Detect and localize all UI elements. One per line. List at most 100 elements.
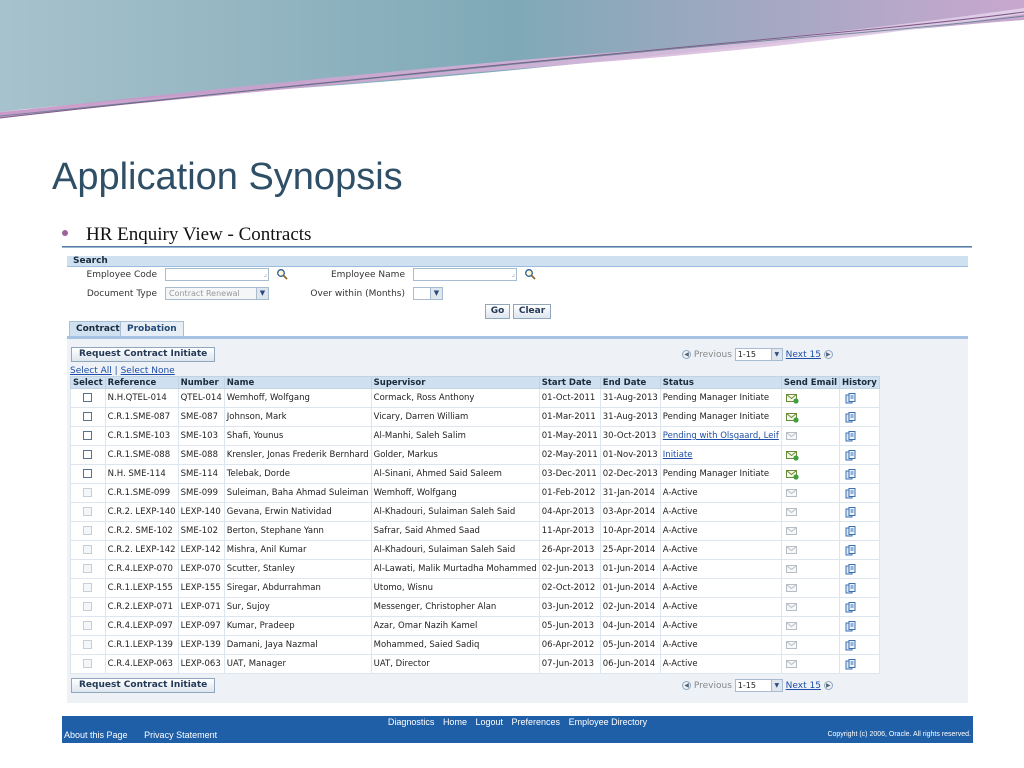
footer-link-logout[interactable]: Logout <box>475 717 503 727</box>
next-link[interactable]: Next 15 <box>786 350 821 360</box>
row-select-checkbox[interactable] <box>83 431 93 440</box>
status-text: A-Active <box>662 621 698 631</box>
history-icon[interactable] <box>845 658 856 670</box>
supervisor-cell: Al-Manhi, Saleh Salim <box>370 426 540 446</box>
row-select-checkbox[interactable] <box>83 450 93 459</box>
supervisor-cell: Messenger, Christopher Alan <box>370 597 540 617</box>
over-within-select[interactable]: ▼ <box>413 287 443 300</box>
footer-link-diagnostics[interactable]: Diagnostics <box>388 717 435 727</box>
history-icon[interactable] <box>845 392 856 404</box>
select-cell <box>70 521 106 541</box>
history-icon[interactable] <box>845 525 856 537</box>
footer-link-preferences[interactable]: Preferences <box>512 717 561 727</box>
send-email-disabled-icon <box>785 488 797 497</box>
send-email-cell <box>780 407 841 427</box>
document-type-label: Document Type <box>86 289 157 299</box>
select-cell <box>70 483 106 503</box>
history-cell <box>839 635 880 655</box>
select-cell <box>70 388 106 408</box>
status-text: A-Active <box>662 602 698 612</box>
status-text: Pending Manager Initiate <box>662 469 770 479</box>
request-contract-initiate-button[interactable]: Request Contract Initiate <box>71 347 216 362</box>
reference-cell: C.R.2. SME-102 <box>104 521 179 541</box>
range-select[interactable]: 1-15 ▼ <box>734 679 783 692</box>
go-button[interactable]: Go <box>485 304 510 319</box>
row-select-checkbox[interactable] <box>83 393 93 402</box>
history-icon[interactable] <box>845 563 856 575</box>
previous-link[interactable]: Previous <box>694 681 732 691</box>
search-icon[interactable] <box>276 268 288 280</box>
employee-code-input[interactable]: ⌟ <box>165 268 269 281</box>
previous-link[interactable]: Previous <box>694 350 732 360</box>
reference-cell: N.H. SME-114 <box>104 464 179 484</box>
reference-cell: C.R.4.LEXP-070 <box>104 559 179 579</box>
select-separator: | <box>114 366 118 376</box>
range-select[interactable]: 1-15 ▼ <box>734 348 783 361</box>
status-text: A-Active <box>662 488 698 498</box>
employee-name-label: Employee Name <box>331 270 405 280</box>
tab-probation[interactable]: Probation <box>120 321 184 337</box>
send-email-cell <box>780 464 841 484</box>
send-email-icon[interactable] <box>785 393 799 404</box>
status-cell: A-Active <box>659 578 782 598</box>
range-value: 1-15 <box>737 681 756 690</box>
footer-link-home[interactable]: Home <box>443 717 467 727</box>
history-icon[interactable] <box>845 468 856 480</box>
start-cell: 01-Mar-2011 <box>538 407 601 427</box>
start-cell: 26-Apr-2013 <box>538 540 601 560</box>
footer-link-privacy[interactable]: Privacy Statement <box>144 730 217 740</box>
footer-link-about[interactable]: About this Page <box>64 730 128 740</box>
next-arrow-icon[interactable]: ▶ <box>823 681 833 690</box>
history-icon[interactable] <box>845 544 856 556</box>
select-cell <box>70 502 106 522</box>
send-email-icon[interactable] <box>785 412 799 423</box>
status-cell[interactable]: Pending with Olsgaard, Leif <box>659 426 782 446</box>
clear-button[interactable]: Clear <box>513 304 551 319</box>
send-email-cell <box>780 521 841 541</box>
row-select-checkbox[interactable] <box>83 412 93 421</box>
tab-contract[interactable]: Contract <box>69 321 127 337</box>
select-all-link[interactable]: Select All <box>70 366 112 376</box>
status-link[interactable]: Pending with Olsgaard, Leif <box>663 431 779 441</box>
history-icon[interactable] <box>845 620 856 632</box>
history-icon[interactable] <box>845 506 856 518</box>
row-select-checkbox[interactable] <box>83 469 93 478</box>
table-row: C.R.4.LEXP-070 LEXP-070 Scutter, Stanley Al… <box>70 559 880 579</box>
employee-name-input[interactable]: ⌟ <box>413 268 517 281</box>
reference-cell: C.R.2.LEXP-071 <box>104 597 179 617</box>
next-link[interactable]: Next 15 <box>786 681 821 691</box>
document-type-select[interactable]: Contract Renewal ▼ <box>165 287 269 300</box>
send-email-cell <box>780 597 841 617</box>
search-icon[interactable] <box>524 268 536 280</box>
history-icon[interactable] <box>845 582 856 594</box>
status-link[interactable]: Initiate <box>663 450 693 460</box>
history-icon[interactable] <box>845 411 856 423</box>
column-header: Reference <box>104 376 179 389</box>
status-text: Pending Manager Initiate <box>662 412 770 422</box>
footer-links: Diagnostics Home Logout Preferences Empl… <box>62 716 973 728</box>
name-cell: Siregar, Abdurrahman <box>223 578 372 598</box>
chevron-down-icon: ▼ <box>430 288 442 299</box>
send-email-cell <box>780 578 841 598</box>
end-cell: 31-Aug-2013 <box>599 407 661 427</box>
supervisor-cell: Cormack, Ross Anthony <box>370 388 540 408</box>
next-arrow-icon[interactable]: ▶ <box>823 350 833 359</box>
history-icon[interactable] <box>845 487 856 499</box>
request-contract-initiate-button-bottom[interactable]: Request Contract Initiate <box>71 678 216 693</box>
history-icon[interactable] <box>845 601 856 613</box>
status-cell[interactable]: Initiate <box>659 445 782 465</box>
send-email-icon[interactable] <box>785 469 799 480</box>
select-none-link[interactable]: Select None <box>121 366 175 376</box>
footer-link-employee-directory[interactable]: Employee Directory <box>569 717 648 727</box>
history-cell <box>839 578 880 598</box>
row-select-checkbox <box>83 545 93 554</box>
end-cell: 05-Jun-2014 <box>599 635 661 655</box>
history-icon[interactable] <box>845 639 856 651</box>
footer-left-links: About this Page Privacy Statement <box>64 730 231 740</box>
table-row: N.H.QTEL-014 QTEL-014 Wemhoff, Wolfgang Cor… <box>70 388 880 408</box>
history-icon[interactable] <box>845 449 856 461</box>
history-icon[interactable] <box>845 430 856 442</box>
send-email-cell <box>780 559 841 579</box>
send-email-icon[interactable] <box>785 450 799 461</box>
start-cell: 11-Apr-2013 <box>538 521 601 541</box>
